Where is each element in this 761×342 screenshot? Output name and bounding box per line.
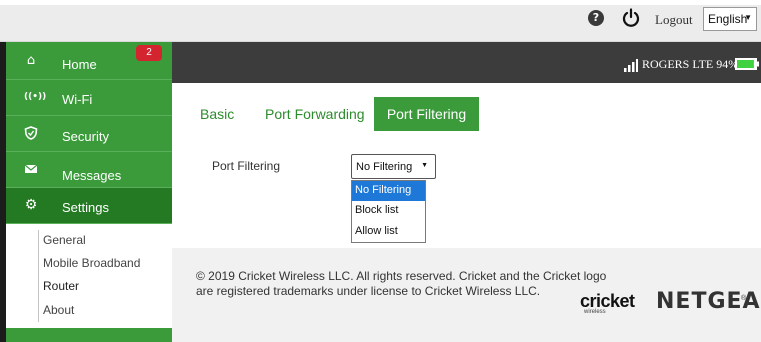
- dropdown-option-no-filtering[interactable]: No Filtering: [352, 181, 425, 201]
- copyright-line-2: are registered trademarks under license …: [196, 284, 541, 298]
- dropdown-option-block-list[interactable]: Block list: [352, 201, 425, 221]
- language-select[interactable]: English ▼: [703, 7, 757, 31]
- port-filtering-label: Port Filtering: [212, 159, 281, 173]
- cricket-logo-subtext: wireless: [584, 309, 606, 315]
- settings-submenu: [6, 224, 172, 328]
- port-filtering-select[interactable]: No Filtering ▼: [351, 154, 436, 179]
- tab-basic[interactable]: Basic: [200, 106, 234, 122]
- carrier-status: ROGERS LTE 94%: [642, 57, 738, 72]
- sidebar: ⌂ Home ((•)) Wi-Fi Security Messages ⚙ S…: [6, 42, 172, 342]
- logout-link[interactable]: Logout: [655, 12, 693, 28]
- sidebar-item-label: Security: [62, 129, 109, 144]
- registered-mark: ®: [741, 295, 747, 302]
- submenu-item-mobile-broadband[interactable]: Mobile Broadband: [43, 256, 140, 270]
- help-icon[interactable]: ?: [588, 10, 604, 26]
- port-filtering-selected-value: No Filtering: [356, 161, 413, 173]
- submenu-item-general[interactable]: General: [43, 233, 86, 247]
- tab-port-filtering[interactable]: Port Filtering: [374, 97, 479, 131]
- battery-icon: [735, 58, 759, 70]
- wifi-icon: ((•)): [24, 92, 47, 102]
- tab-port-forwarding[interactable]: Port Forwarding: [265, 106, 365, 122]
- sidebar-item-settings[interactable]: ⚙ Settings: [6, 188, 172, 224]
- home-icon: ⌂: [26, 53, 36, 68]
- language-selected-value: English: [708, 12, 748, 26]
- chevron-down-icon: ▼: [744, 13, 752, 22]
- copyright-line-1: © 2019 Cricket Wireless LLC. All rights …: [196, 269, 607, 283]
- sidebar-item-label: Wi-Fi: [62, 92, 93, 107]
- signal-bars-icon: [624, 59, 638, 72]
- submenu-divider: [38, 230, 39, 322]
- gears-icon: ⚙: [24, 197, 38, 213]
- port-filtering-dropdown: No Filtering Block list Allow list: [351, 180, 426, 243]
- carrier-name: ROGERS: [642, 57, 690, 71]
- top-bar: [0, 5, 761, 42]
- submenu-item-router[interactable]: Router: [43, 279, 79, 293]
- sidebar-footer: [6, 328, 172, 342]
- network-type: LTE: [692, 57, 714, 71]
- dropdown-option-allow-list[interactable]: Allow list: [352, 222, 425, 242]
- router-admin-page: ? Logout English ▼ ⌂ Home ((•)) Wi-Fi Se…: [0, 0, 761, 342]
- sidebar-item-wifi[interactable]: ((•)) Wi-Fi: [6, 80, 172, 116]
- envelope-icon: [24, 164, 38, 173]
- shield-icon: [24, 126, 38, 140]
- chevron-down-icon: ▼: [421, 162, 428, 169]
- sidebar-item-label: Messages: [62, 168, 122, 183]
- submenu-item-about[interactable]: About: [43, 303, 74, 317]
- sidebar-item-label: Settings: [62, 200, 109, 215]
- wifi-badge: 2: [136, 45, 162, 61]
- sidebar-item-messages[interactable]: Messages: [6, 152, 172, 188]
- sidebar-item-label: Home: [62, 57, 97, 72]
- sidebar-item-security[interactable]: Security: [6, 116, 172, 152]
- power-icon[interactable]: [622, 8, 640, 28]
